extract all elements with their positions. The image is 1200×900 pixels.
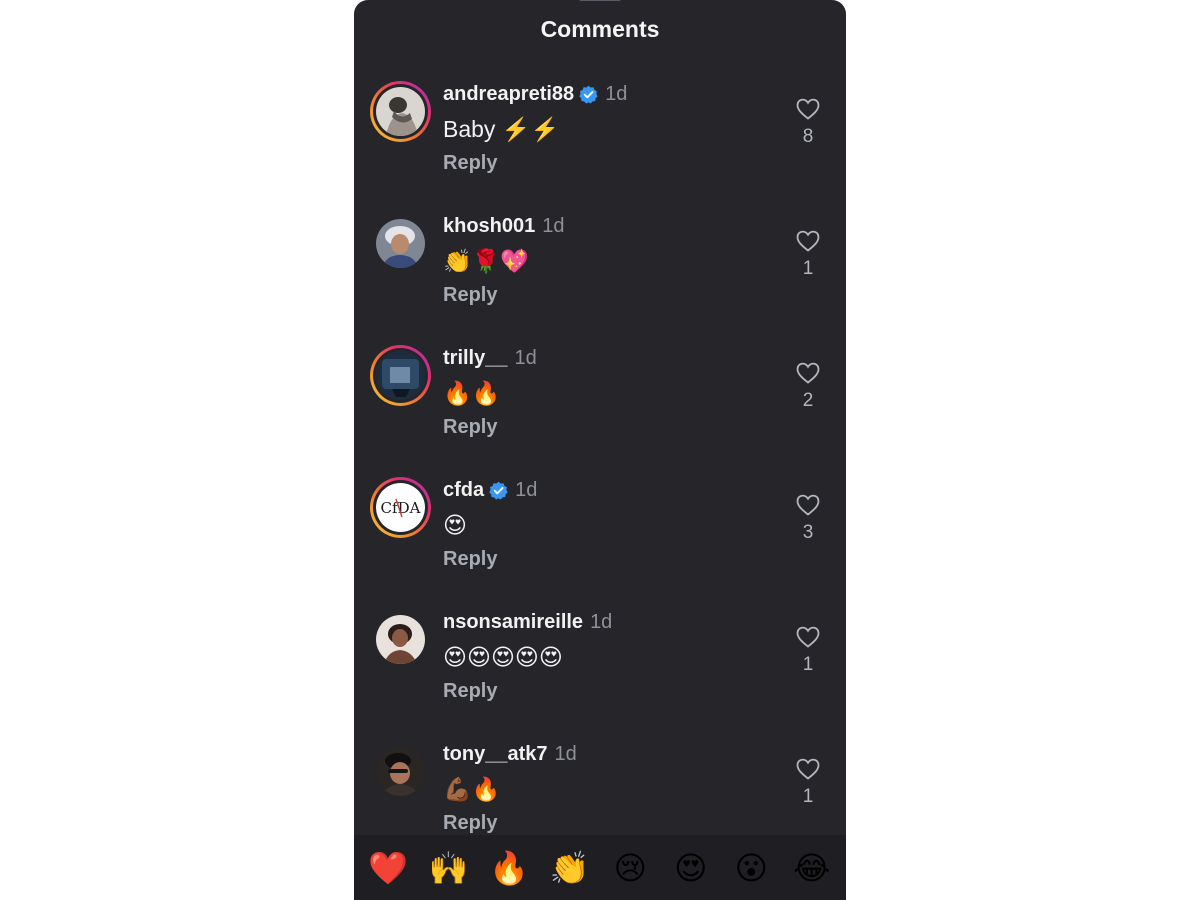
heart-outline-icon <box>796 758 820 780</box>
avatar-story-ring[interactable] <box>370 345 431 406</box>
reaction-fire[interactable]: 🔥 <box>481 849 537 887</box>
avatar-frame[interactable] <box>370 213 431 274</box>
comment-time: 1d <box>554 742 577 765</box>
avatar-story-ring[interactable]: CfDA <box>370 477 431 538</box>
comment-item: khosh001 1d 👏🌹💖 Reply 1 <box>354 212 846 344</box>
reply-button[interactable]: Reply <box>443 680 497 703</box>
comment-text: 😍 <box>443 512 467 538</box>
like-button[interactable]: 1 <box>784 230 832 290</box>
reaction-clap[interactable]: 👏 <box>542 849 598 887</box>
like-count: 1 <box>802 258 814 279</box>
reaction-surprised[interactable]: 😮 <box>723 849 779 887</box>
comments-sheet: Comments andreapreti88 1d Baby ⚡️⚡️ Repl… <box>354 0 846 900</box>
comment-text: 🔥🔥 <box>443 380 501 406</box>
comment-username[interactable]: trilly__ <box>443 347 507 370</box>
comment-text: Baby ⚡️⚡️ <box>443 116 560 142</box>
avatar <box>376 87 425 136</box>
reaction-heart[interactable]: ❤️ <box>360 849 416 887</box>
comment-time: 1d <box>605 82 628 105</box>
comment-item: andreapreti88 1d Baby ⚡️⚡️ Reply 8 <box>354 80 846 212</box>
reply-button[interactable]: Reply <box>443 548 497 571</box>
like-count: 2 <box>802 390 814 411</box>
like-button[interactable]: 8 <box>784 98 832 158</box>
avatar-logo: CfDA <box>376 483 425 532</box>
like-count: 1 <box>802 654 814 675</box>
like-count: 1 <box>802 786 814 807</box>
heart-outline-icon <box>796 626 820 648</box>
reply-button[interactable]: Reply <box>443 284 497 307</box>
avatar-frame[interactable] <box>370 741 431 802</box>
avatar <box>376 747 425 796</box>
reply-button[interactable]: Reply <box>443 416 497 439</box>
comment-username[interactable]: khosh001 <box>443 215 535 238</box>
comment-time: 1d <box>542 214 565 237</box>
verified-badge-icon <box>489 481 508 500</box>
avatar <box>376 351 425 400</box>
comment-username[interactable]: cfda <box>443 479 484 502</box>
avatar <box>376 219 425 268</box>
verified-badge-icon <box>579 85 598 104</box>
comment-text: 👏🌹💖 <box>443 248 529 274</box>
comment-item: trilly__ 1d 🔥🔥 Reply 2 <box>354 344 846 476</box>
comment-username[interactable]: nsonsamireille <box>443 611 583 634</box>
comment-text: 😍😍😍😍😍 <box>443 644 563 670</box>
reaction-laughing[interactable]: 😂 <box>784 849 840 887</box>
heart-outline-icon <box>796 494 820 516</box>
like-button[interactable]: 3 <box>784 494 832 554</box>
avatar <box>376 615 425 664</box>
comment-item: CfDA cfda 1d 😍 Reply 3 <box>354 476 846 608</box>
like-button[interactable]: 1 <box>784 758 832 818</box>
comment-time: 1d <box>514 346 537 369</box>
comment-time: 1d <box>515 478 538 501</box>
like-count: 3 <box>802 522 814 543</box>
comment-text: 💪🏾🔥 <box>443 776 501 802</box>
heart-outline-icon <box>796 362 820 384</box>
sheet-drag-handle[interactable] <box>579 0 621 1</box>
sheet-title: Comments <box>540 16 660 42</box>
heart-outline-icon <box>796 230 820 252</box>
reply-button[interactable]: Reply <box>443 152 497 175</box>
reaction-raised-hands[interactable]: 🙌 <box>421 849 477 887</box>
avatar-frame[interactable] <box>370 609 431 670</box>
like-button[interactable]: 2 <box>784 362 832 422</box>
comment-username[interactable]: tony__atk7 <box>443 743 548 766</box>
quick-reaction-bar: ❤️ 🙌 🔥 👏 😢 😍 😮 😂 <box>354 835 846 900</box>
avatar-story-ring[interactable] <box>370 81 431 142</box>
like-count: 8 <box>802 126 814 147</box>
heart-outline-icon <box>796 98 820 120</box>
like-button[interactable]: 1 <box>784 626 832 686</box>
comment-item: nsonsamireille 1d 😍😍😍😍😍 Reply 1 <box>354 608 846 740</box>
reply-button[interactable]: Reply <box>443 812 497 835</box>
comment-username[interactable]: andreapreti88 <box>443 83 574 106</box>
reaction-heart-eyes[interactable]: 😍 <box>663 849 719 887</box>
comment-time: 1d <box>590 610 613 633</box>
reaction-crying[interactable]: 😢 <box>602 849 658 887</box>
